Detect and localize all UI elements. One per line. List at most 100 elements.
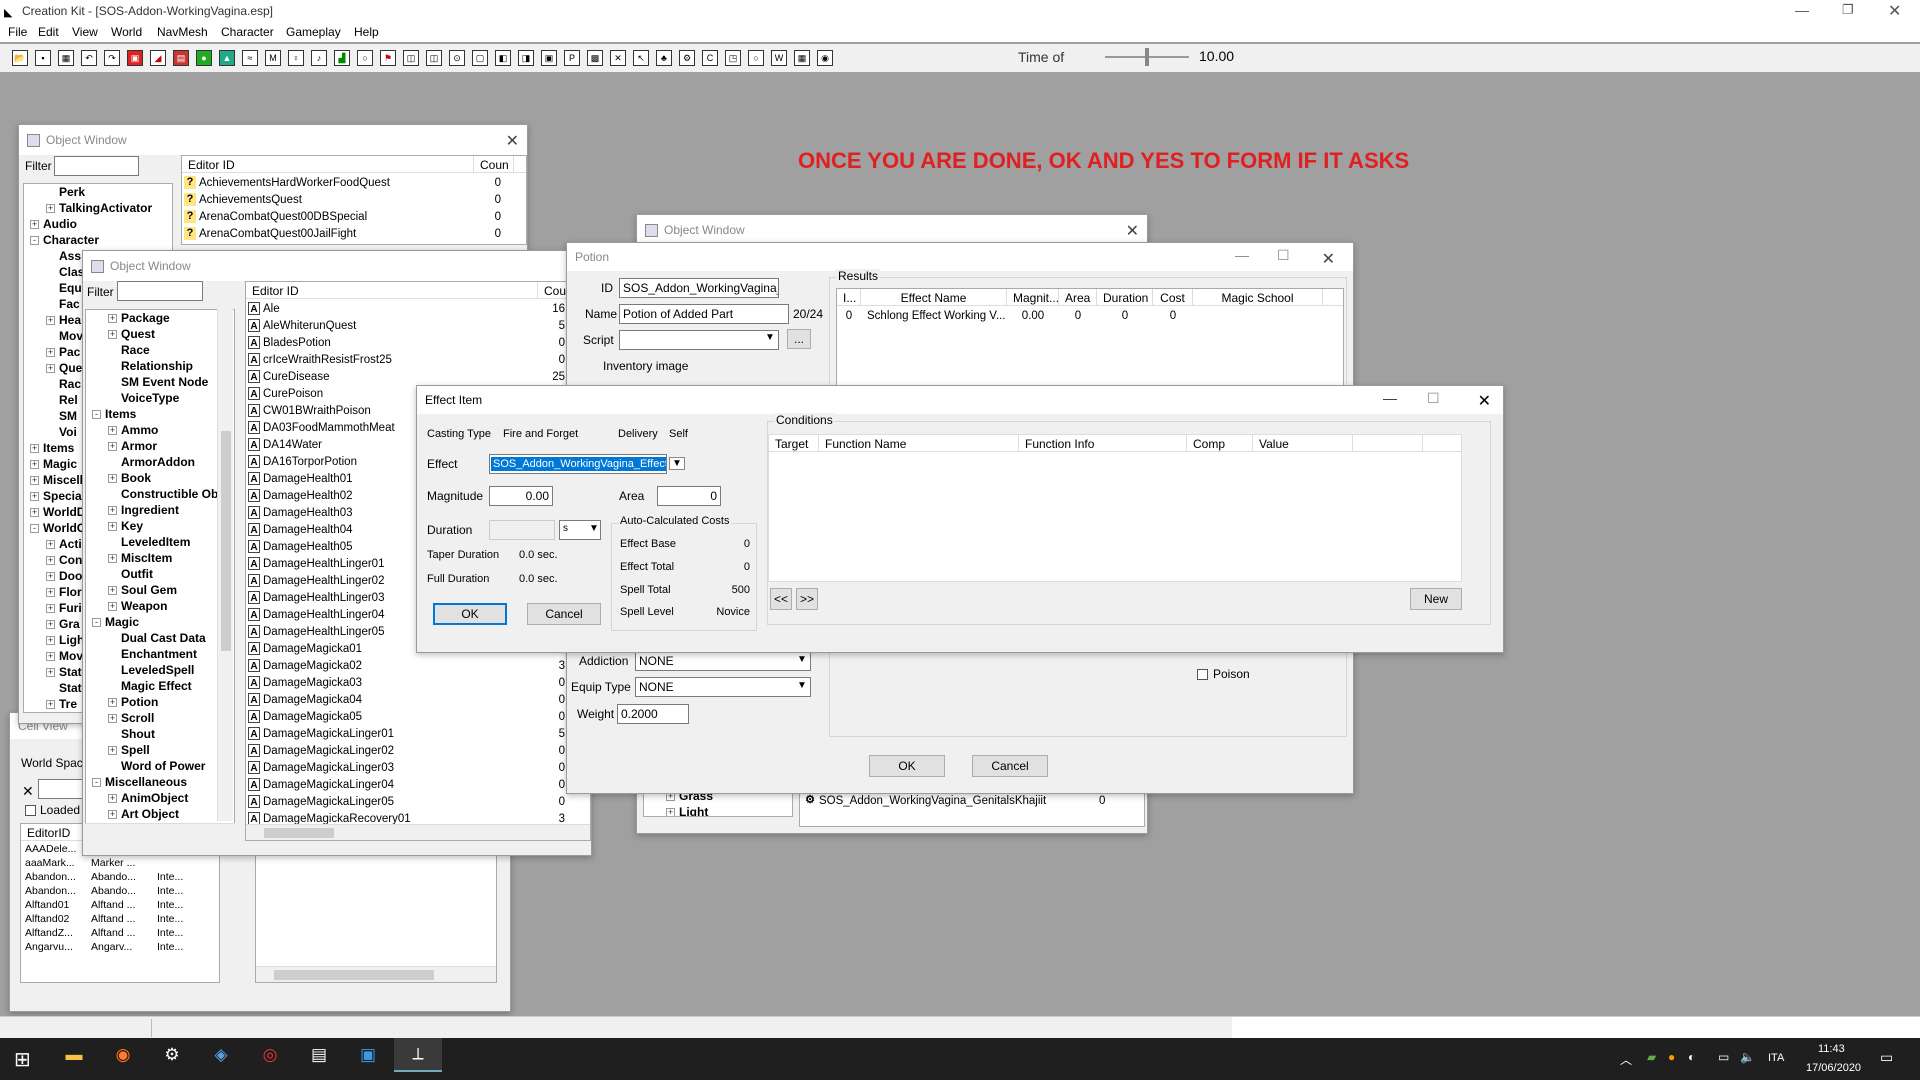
potion-ok-button[interactable]: OK	[869, 755, 945, 777]
tree-node[interactable]: + Package	[86, 310, 234, 326]
expand-icon[interactable]: +	[108, 713, 117, 723]
list-item[interactable]: ⚙ SOS_Addon_WorkingVagina_GenitalsKhajiit…	[800, 792, 1144, 809]
tree-icon[interactable]: ♣	[654, 48, 674, 68]
tree-node[interactable]: Shout	[86, 726, 234, 742]
effect-ok-button[interactable]: OK	[433, 603, 507, 625]
landscape-icon[interactable]: ▲	[217, 48, 237, 68]
list-item[interactable]: ? ArenaCombatQuest00JailFight 0	[182, 225, 512, 242]
tree-node[interactable]: LeveledItem	[86, 534, 234, 550]
tree-node[interactable]: Word of Power	[86, 758, 234, 774]
tree-node[interactable]: Race	[86, 342, 234, 358]
gear-icon[interactable]: ⚙	[677, 48, 697, 68]
minimize-icon[interactable]: —	[1795, 2, 1809, 18]
expand-icon[interactable]: +	[108, 473, 117, 483]
filter-input[interactable]	[117, 281, 203, 301]
table-row[interactable]: Abandon... Abando... Inte...	[21, 884, 201, 898]
expand-icon[interactable]: +	[46, 587, 55, 597]
list-item[interactable]: A DamageMagickaLinger03 0	[246, 759, 576, 776]
cursor-icon[interactable]: ↖	[631, 48, 651, 68]
clock-time[interactable]: 11:43	[1818, 1043, 1845, 1055]
menu-gameplay[interactable]: Gameplay	[286, 25, 341, 39]
creation-kit-taskbar-icon[interactable]: ⟂	[394, 1038, 442, 1072]
table-row[interactable]: aaaMark... Marker ...	[21, 856, 201, 870]
marker-icon[interactable]: M	[263, 48, 283, 68]
time-slider-thumb[interactable]	[1145, 48, 1149, 66]
menu-view[interactable]: View	[72, 25, 98, 39]
list-item[interactable]: A DamageMagickaLinger01 5	[246, 725, 576, 742]
equip-type-select[interactable]: NONE	[635, 677, 811, 697]
tree-node[interactable]: - Miscellaneous	[86, 774, 234, 790]
terrain-icon[interactable]: ◢	[148, 48, 168, 68]
language-indicator[interactable]: ITA	[1768, 1052, 1784, 1064]
expand-icon[interactable]: +	[46, 699, 55, 709]
table-row[interactable]: AlftandZ... Alftand ... Inte...	[21, 926, 201, 940]
tree-node[interactable]: Perk	[24, 184, 172, 200]
id-field[interactable]: SOS_Addon_WorkingVagina_Potion	[619, 278, 779, 298]
addiction-select[interactable]: NONE	[635, 651, 811, 671]
expand-icon[interactable]: +	[46, 363, 55, 373]
light-bulb-icon[interactable]: ♀	[286, 48, 306, 68]
list-item[interactable]: A DamageMagickaLinger04 0	[246, 776, 576, 793]
menu-edit[interactable]: Edit	[38, 25, 59, 39]
col-editor-id[interactable]: Editor ID	[246, 282, 538, 298]
expand-icon[interactable]: +	[108, 313, 117, 323]
table-row[interactable]: Angarvu... Angarv... Inte...	[21, 940, 201, 954]
list-item[interactable]: A DamageMagickaLinger05 0	[246, 793, 576, 810]
app-icon[interactable]: ◈	[204, 1038, 238, 1072]
tree-node[interactable]: + AnimObject	[86, 790, 234, 806]
expand-icon[interactable]: +	[46, 347, 55, 357]
list-item[interactable]: A Ale 16	[246, 300, 576, 317]
tree-node[interactable]: + Ingredient	[86, 502, 234, 518]
menu-navmesh[interactable]: NavMesh	[157, 25, 208, 39]
tray-app-icon-2[interactable]: ●	[1668, 1050, 1675, 1064]
firefox-icon[interactable]: ◉	[106, 1038, 140, 1072]
tree-node[interactable]: LeveledSpell	[86, 662, 234, 678]
expand-icon[interactable]: +	[108, 809, 117, 819]
expand-icon[interactable]: +	[30, 475, 39, 485]
tree-node[interactable]: ArmorAddon	[86, 454, 234, 470]
box-icon-2[interactable]: ◧	[493, 48, 513, 68]
col-editor-id[interactable]: Editor ID	[182, 156, 474, 172]
chevron-down-icon[interactable]: ▼	[669, 457, 685, 470]
list-item[interactable]: AcrIceWraithResistFrost25 0	[246, 351, 576, 368]
list-item[interactable]: A BladesPotion 0	[246, 334, 576, 351]
dialogue-icon[interactable]: ○	[355, 48, 375, 68]
collapse-icon[interactable]: -	[30, 523, 39, 533]
tree-node[interactable]: + Ammo	[86, 422, 234, 438]
menu-character[interactable]: Character	[221, 25, 274, 39]
table-row[interactable]: Alftand01 Alftand ... Inte...	[21, 898, 201, 912]
list-item[interactable]: ? ArenaCombatQuest00DBSpecial 0	[182, 208, 512, 225]
loaded-checkbox[interactable]	[25, 805, 36, 816]
tree-node[interactable]: Dual Cast Data	[86, 630, 234, 646]
expand-icon[interactable]: +	[30, 219, 39, 229]
tree-node[interactable]: + Art Object	[86, 806, 234, 822]
menu-file[interactable]: File	[8, 25, 27, 39]
time-slider[interactable]	[1105, 48, 1189, 66]
expand-icon[interactable]: +	[108, 521, 117, 531]
tree-node[interactable]: - Character	[24, 232, 172, 248]
sky-icon[interactable]: ◉	[815, 48, 835, 68]
w-icon[interactable]: W	[769, 48, 789, 68]
filter-input[interactable]	[54, 156, 139, 176]
list-item[interactable]: A DamageMagicka02 3	[246, 657, 576, 674]
c-icon[interactable]: C	[700, 48, 720, 68]
effect-select[interactable]: SOS_Addon_WorkingVagina_Effect	[489, 454, 667, 474]
tree-node[interactable]: + Potion	[86, 694, 234, 710]
expand-icon[interactable]: +	[108, 745, 117, 755]
expand-icon[interactable]: +	[108, 697, 117, 707]
list-item[interactable]: ? AchievementsQuest 0	[182, 191, 512, 208]
restore-icon[interactable]: ❐	[1842, 2, 1854, 18]
potion-cancel-button[interactable]: Cancel	[972, 755, 1048, 777]
expand-icon[interactable]: +	[46, 635, 55, 645]
cell-icon-2[interactable]: ◫	[424, 48, 444, 68]
tree-node[interactable]: Outfit	[86, 566, 234, 582]
ring-icon[interactable]: ○	[746, 48, 766, 68]
tree-node[interactable]: + Key	[86, 518, 234, 534]
chevron-down-icon[interactable]: ▼	[765, 332, 775, 343]
minimize-icon[interactable]: —	[1235, 247, 1249, 263]
tree-node[interactable]: + Spell	[86, 742, 234, 758]
condition-col[interactable]: Function Info	[1019, 435, 1187, 451]
list-item[interactable]: A DamageMagicka03 0	[246, 674, 576, 691]
tray-app-icon-3[interactable]: ◐	[1688, 1050, 1695, 1064]
box-icon-3[interactable]: ◨	[516, 48, 536, 68]
